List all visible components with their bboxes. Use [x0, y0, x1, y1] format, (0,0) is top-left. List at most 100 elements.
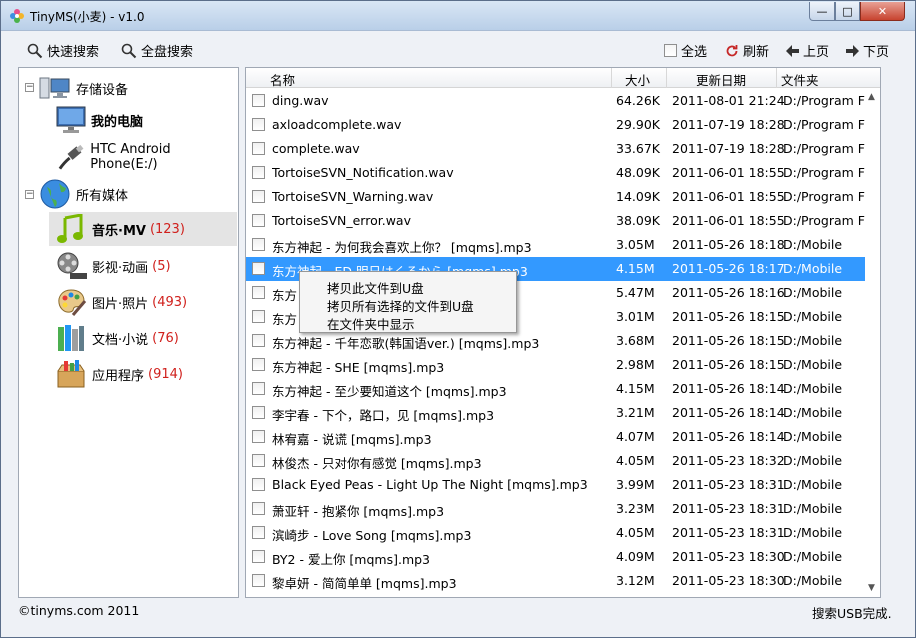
tree-pictures-photos[interactable]: 图片·照片 (493): [56, 287, 187, 317]
table-row[interactable]: 萧亚轩 - 抱紧你 [mqms].mp3 3.23M 2011-05-23 18:3…: [246, 497, 880, 521]
close-button[interactable]: ✕: [860, 2, 905, 21]
row-checkbox[interactable]: [252, 94, 265, 107]
row-checkbox[interactable]: [252, 166, 265, 179]
column-size-header[interactable]: 大小: [625, 70, 650, 89]
row-checkbox[interactable]: [252, 142, 265, 155]
table-header: 名称 大小 更新日期 文件夹: [246, 68, 880, 88]
table-row[interactable]: ding.wav 64.26K 2011-08-01 21:24 D:/Program…: [246, 89, 880, 113]
file-date: 2011-05-23 18:30: [672, 549, 785, 564]
file-size: 4.09M: [616, 549, 655, 564]
row-checkbox[interactable]: [252, 214, 265, 227]
refresh-icon: [726, 44, 738, 56]
table-row[interactable]: axloadcomplete.wav 29.90K 2011-07-19 18:28…: [246, 113, 880, 137]
status-bar: ©tinyms.com 2011 搜索USB完成.: [1, 600, 915, 637]
table-row[interactable]: complete.wav 33.67K 2011-07-19 18:28 D:/Pro…: [246, 137, 880, 161]
tree-my-computer[interactable]: 我的电脑: [56, 106, 143, 134]
file-name: 东方神起 - 至少要知道这个 [mqms].mp3: [272, 384, 507, 399]
file-size: 38.09K: [616, 213, 660, 228]
tree-storage-devices[interactable]: 存储设备: [39, 76, 128, 100]
select-all-checkbox[interactable]: 全选: [664, 41, 707, 60]
file-name: TortoiseSVN_Notification.wav: [272, 165, 454, 180]
file-date: 2011-06-01 18:55: [672, 165, 785, 180]
file-date: 2011-08-01 21:24: [672, 93, 785, 108]
next-page-label: 下页: [863, 45, 890, 60]
table-row[interactable]: 滨崎步 - Love Song [mqms].mp3 4.05M 2011-05-2…: [246, 521, 880, 545]
file-date: 2011-05-26 18:14: [672, 405, 785, 420]
row-checkbox[interactable]: [252, 406, 265, 419]
row-checkbox[interactable]: [252, 262, 265, 275]
table-row[interactable]: 李宇春 - 下个，路口，见 [mqms].mp3 3.21M 2011-05-26 …: [246, 401, 880, 425]
collapse-storage-icon[interactable]: −: [25, 83, 34, 92]
tree-all-media[interactable]: 所有媒体: [39, 178, 128, 210]
menu-item-copy-file[interactable]: 拷贝此文件到U盘: [327, 278, 424, 297]
my-computer-label: 我的电脑: [91, 114, 144, 130]
scroll-up-icon[interactable]: ▲: [868, 92, 875, 102]
row-checkbox[interactable]: [252, 382, 265, 395]
table-row[interactable]: 东方神起 - 为何我会喜欢上你？ [mqms].mp3 3.05M 2011-05-…: [246, 233, 880, 257]
row-checkbox[interactable]: [252, 334, 265, 347]
table-row[interactable]: 林俊杰 - 只对你有感觉 [mqms].mp3 4.05M 2011-05-23 1…: [246, 449, 880, 473]
refresh-button[interactable]: 刷新: [725, 41, 769, 60]
row-checkbox[interactable]: [252, 190, 265, 203]
tree-music-mv[interactable]: 音乐·MV (123): [56, 214, 185, 244]
file-size: 3.12M: [616, 573, 655, 588]
row-checkbox[interactable]: [252, 574, 265, 587]
film-reel-icon: [57, 252, 87, 279]
row-checkbox[interactable]: [252, 118, 265, 131]
row-checkbox[interactable]: [252, 454, 265, 467]
file-name: 黎卓妍 - 简简单单 [mqms].mp3: [272, 576, 457, 591]
minimize-button[interactable]: —: [809, 2, 835, 21]
next-page-button[interactable]: 下页: [846, 41, 889, 60]
file-size: 4.05M: [616, 453, 655, 468]
row-checkbox[interactable]: [252, 526, 265, 539]
vertical-scrollbar[interactable]: ▲ ▼: [865, 89, 880, 597]
column-divider[interactable]: [666, 68, 667, 88]
tree-htc-android-phone[interactable]: HTC Android Phone(E:/): [56, 142, 238, 172]
row-checkbox[interactable]: [252, 286, 265, 299]
row-checkbox[interactable]: [252, 502, 265, 515]
tree-applications[interactable]: 应用程序 (914): [56, 359, 183, 389]
tree-documents-novels[interactable]: 文档·小说 (76): [56, 323, 179, 353]
table-row[interactable]: 东方神起 - SHE [mqms].mp3 2.98M 2011-05-26 18:…: [246, 353, 880, 377]
row-checkbox[interactable]: [252, 550, 265, 563]
paint-palette-icon: [58, 289, 87, 316]
column-divider[interactable]: [776, 68, 777, 88]
table-row[interactable]: 黎卓妍 - 简简单单 [mqms].mp3 3.12M 2011-05-23 18:…: [246, 569, 880, 593]
file-name: 东方神起 - SHE [mqms].mp3: [272, 360, 445, 375]
collapse-media-icon[interactable]: −: [25, 190, 34, 199]
row-checkbox[interactable]: [252, 238, 265, 251]
column-date-header[interactable]: 更新日期: [696, 70, 746, 89]
file-folder: D:/Mobile: [783, 573, 843, 588]
menu-item-show-in-folder[interactable]: 在文件夹中显示: [327, 314, 415, 333]
column-folder-header[interactable]: 文件夹: [781, 70, 819, 89]
arrow-right-icon: [846, 44, 859, 57]
file-name: 东方神起 - 为何我会喜欢上你？ [mqms].mp3: [272, 240, 532, 255]
table-row[interactable]: TortoiseSVN_Notification.wav 48.09K 2011-0…: [246, 161, 880, 185]
full-search-button[interactable]: 全盘搜索: [121, 41, 193, 60]
tree-video-animation[interactable]: 影视·动画 (5): [56, 251, 171, 281]
row-checkbox[interactable]: [252, 358, 265, 371]
quick-search-button[interactable]: 快速搜索: [27, 41, 99, 60]
file-folder: D:/Mobile: [783, 381, 843, 396]
table-row[interactable]: BY2 - 爱上你 [mqms].mp3 4.09M 2011-05-23 18:3…: [246, 545, 880, 569]
column-divider[interactable]: [611, 68, 612, 88]
table-row[interactable]: TortoiseSVN_Warning.wav 14.09K 2011-06-01 …: [246, 185, 880, 209]
column-name-header[interactable]: 名称: [270, 70, 295, 89]
prev-page-button[interactable]: 上页: [786, 41, 829, 60]
documents-label: 文档·小说: [92, 332, 149, 348]
file-size: 29.90K: [616, 117, 660, 132]
scroll-down-icon[interactable]: ▼: [868, 583, 875, 593]
table-row[interactable]: Black Eyed Peas - Light Up The Night [mq…: [246, 473, 880, 497]
table-row[interactable]: 林宥嘉 - 说谎 [mqms].mp3 4.07M 2011-05-26 18:14…: [246, 425, 880, 449]
table-row[interactable]: 东方神起 - 至少要知道这个 [mqms].mp3 4.15M 2011-05-26…: [246, 377, 880, 401]
row-checkbox[interactable]: [252, 430, 265, 443]
row-checkbox[interactable]: [252, 478, 265, 491]
toolbar: 快速搜索 全盘搜索 全选 刷新 上页 下页: [1, 32, 915, 66]
file-name: complete.wav: [272, 141, 360, 156]
maximize-button[interactable]: □: [835, 2, 860, 21]
row-checkbox[interactable]: [252, 310, 265, 323]
title-bar: TinyMS(小麦) - v1.0 — □ ✕: [1, 1, 915, 31]
table-row[interactable]: TortoiseSVN_error.wav 38.09K 2011-06-01 18…: [246, 209, 880, 233]
menu-item-copy-selected[interactable]: 拷贝所有选择的文件到U盘: [327, 296, 474, 315]
file-size: 4.15M: [616, 381, 655, 396]
